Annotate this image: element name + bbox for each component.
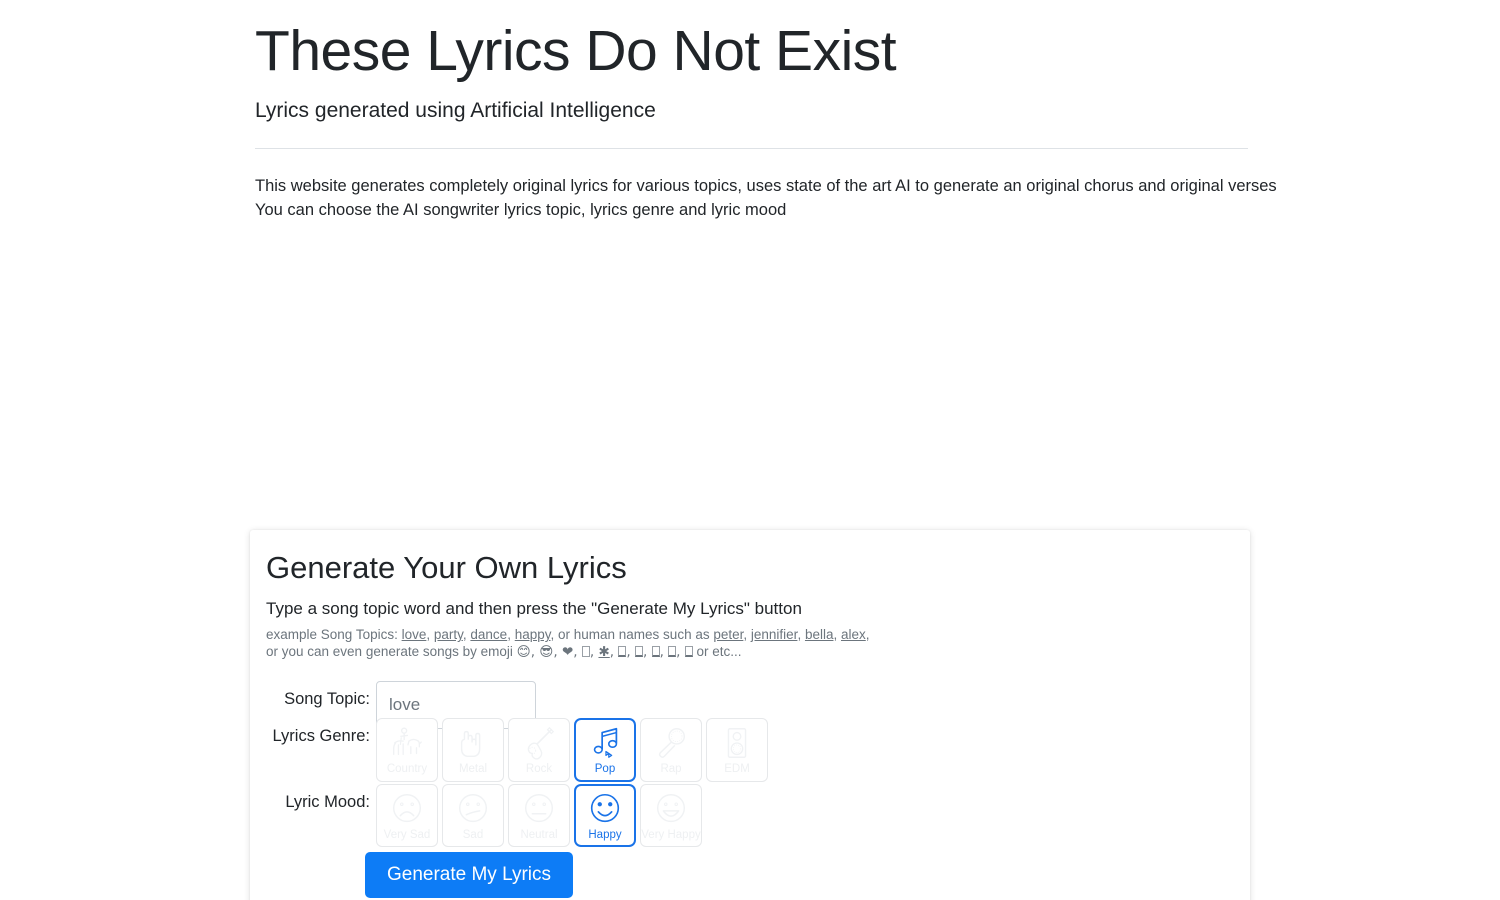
electric-guitar-icon (527, 726, 555, 760)
generate-my-lyrics-button[interactable]: Generate My Lyrics (365, 852, 573, 898)
lyric-mood-label: Lyric Mood: (285, 793, 370, 811)
microphone-icon (658, 728, 686, 758)
example-topics-block: example Song Topics: love, party, dance,… (250, 621, 1250, 661)
mood-option-neutral[interactable]: Neutral (508, 784, 570, 847)
song-topic-label: Song Topic: (284, 690, 370, 708)
lyrics-genre-row: Lyrics Genre: Country Metal Rock Pop Rap… (266, 718, 768, 782)
examples-suffix: , (865, 627, 870, 643)
genre-option-country[interactable]: Country (376, 718, 438, 782)
face-smile-icon (590, 793, 620, 823)
missing-glyph-icon (668, 646, 677, 658)
lyrics-genre-label: Lyrics Genre: (272, 727, 370, 745)
example-topic-love[interactable]: love (402, 627, 427, 642)
example-topic-dance[interactable]: dance (470, 627, 507, 642)
rock-hand-icon (460, 730, 481, 758)
example-topic-happy[interactable]: happy (515, 627, 551, 642)
intro-line-1: This website generates completely origin… (255, 177, 1277, 195)
face-slight-frown-icon (458, 794, 488, 823)
genre-label-country: Country (386, 763, 428, 775)
mood-option-happy[interactable]: Happy (574, 784, 636, 847)
mood-option-very-happy[interactable]: Very Happy (640, 784, 702, 847)
emoji-line-suffix: or etc... (692, 644, 742, 660)
genre-option-pop[interactable]: Pop (574, 718, 636, 782)
face-frown-icon (392, 794, 422, 823)
music-notes-icon (593, 727, 618, 758)
example-name-alex[interactable]: alex (841, 627, 866, 642)
genre-options: Country Metal Rock Pop Rap EDM (376, 718, 768, 782)
mood-options: Very Sad Sad Neutral Happy Very Happy (376, 784, 702, 847)
emoji-line-prefix: or you can even generate songs by emoji (266, 644, 517, 660)
header-divider (255, 148, 1248, 149)
speaker-icon (727, 728, 747, 758)
card-title: Generate Your Own Lyrics (266, 550, 627, 585)
page-subtitle: Lyrics generated using Artificial Intell… (255, 99, 656, 123)
genre-label-pop: Pop (594, 763, 616, 775)
page-root: These Lyrics Do Not Exist Lyrics generat… (0, 0, 1500, 900)
lyric-mood-row: Lyric Mood: Very Sad Sad Neutral Happy V… (266, 784, 702, 847)
example-topics-line: example Song Topics: love, party, dance,… (266, 627, 870, 643)
face-neutral-icon (524, 794, 554, 823)
mood-label-neutral: Neutral (520, 829, 558, 841)
example-name-jennifier[interactable]: jennifier (751, 627, 798, 642)
horse-rider-icon (393, 727, 422, 756)
example-topic-party[interactable]: party (434, 627, 463, 642)
examples-middle: , or human names such as (550, 627, 714, 643)
genre-label-rock: Rock (525, 763, 553, 775)
missing-glyph-icon (684, 646, 693, 658)
mood-option-very-sad[interactable]: Very Sad (376, 784, 438, 847)
intro-line-2: You can choose the AI songwriter lyrics … (255, 201, 787, 219)
missing-glyph-icon (618, 646, 627, 658)
genre-option-rock[interactable]: Rock (508, 718, 570, 782)
genre-option-rap[interactable]: Rap (640, 718, 702, 782)
examples-prefix: example Song Topics: (266, 627, 402, 643)
mood-label-sad: Sad (462, 829, 484, 841)
face-grin-icon (656, 794, 686, 823)
example-emoji-run: 😊, 😎, ❤, , ✱, , , , , (517, 644, 693, 660)
page-header: These Lyrics Do Not Exist Lyrics generat… (255, 0, 1248, 125)
card-lead-text: Type a song topic word and then press th… (266, 599, 802, 619)
genre-option-metal[interactable]: Metal (442, 718, 504, 782)
genre-label-metal: Metal (458, 763, 488, 775)
intro-paragraph: This website generates completely origin… (255, 174, 1277, 222)
page-title: These Lyrics Do Not Exist (255, 19, 897, 83)
missing-glyph-icon (634, 646, 643, 658)
mood-label-very-happy: Very Happy (641, 829, 701, 841)
example-name-peter[interactable]: peter (713, 627, 743, 642)
missing-glyph-icon (651, 646, 660, 658)
mood-option-sad[interactable]: Sad (442, 784, 504, 847)
example-name-bella[interactable]: bella (805, 627, 834, 642)
missing-glyph-icon (581, 646, 590, 658)
genre-option-edm[interactable]: EDM (706, 718, 768, 782)
mood-label-very-sad: Very Sad (383, 829, 431, 841)
example-emoji-line: or you can even generate songs by emoji … (266, 643, 1250, 661)
mood-label-happy: Happy (588, 829, 622, 841)
genre-label-edm: EDM (724, 763, 750, 775)
genre-label-rap: Rap (660, 763, 682, 775)
